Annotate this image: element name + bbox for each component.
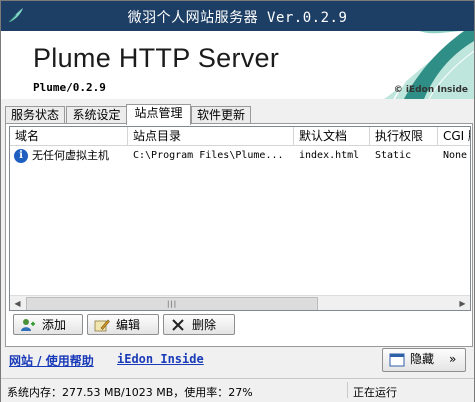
cell-default-doc: index.html xyxy=(299,150,360,161)
column-header-default-doc[interactable]: 默认文档 xyxy=(294,127,370,145)
column-header-permission[interactable]: 执行权限 xyxy=(370,127,438,145)
scroll-right-arrow-icon[interactable]: ▶ xyxy=(455,296,470,310)
edit-icon xyxy=(94,319,110,332)
add-user-icon xyxy=(21,319,35,331)
tab-site-management[interactable]: 站点管理 xyxy=(126,104,191,125)
tab-bar: 服务状态 系统设定 站点管理 软件更新 xyxy=(5,104,471,125)
column-header-domain[interactable]: 域名 xyxy=(10,127,128,145)
status-divider xyxy=(347,382,348,398)
version-label: Plume/0.2.9 xyxy=(33,81,106,94)
tab-software-update[interactable]: 软件更新 xyxy=(191,106,251,124)
add-button[interactable]: 添加 xyxy=(13,314,83,335)
tab-service-status[interactable]: 服务状态 xyxy=(5,106,65,124)
header-banner: Plume HTTP Server Plume/0.2.9 © iEdon In… xyxy=(1,31,474,99)
status-bar: 系统内存：277.53 MB/1023 MB，使用率：27% 正在运行 xyxy=(1,378,474,402)
double-chevron-right-icon: » xyxy=(449,352,457,366)
window-icon xyxy=(389,353,405,367)
cell-directory: C:\Program Files\Plume... xyxy=(133,150,284,161)
cell-domain: 无任何虚拟主机 xyxy=(32,149,109,162)
scroll-left-arrow-icon[interactable]: ◀ xyxy=(10,296,25,310)
website-help-link[interactable]: 网站 / 使用帮助 xyxy=(9,354,94,368)
edit-button-label: 编辑 xyxy=(116,318,141,332)
scroll-thumb[interactable]: ||| xyxy=(26,297,318,310)
column-header-cgi[interactable]: CGI 脚 xyxy=(438,127,470,145)
add-button-label: 添加 xyxy=(42,318,67,332)
horizontal-scrollbar[interactable]: ◀ ||| ▶ xyxy=(10,295,470,310)
brand-link[interactable]: iEdon Inside xyxy=(117,352,204,366)
running-status: 正在运行 xyxy=(353,386,397,399)
window-title: 微羽个人网站服务器 Ver.0.2.9 xyxy=(127,10,348,26)
edit-button[interactable]: 编辑 xyxy=(87,314,159,335)
hide-button[interactable]: 隐藏 » xyxy=(382,348,466,372)
info-icon: i xyxy=(14,149,28,163)
table-row[interactable]: i 无任何虚拟主机 C:\Program Files\Plume... inde… xyxy=(10,147,470,165)
column-header-directory[interactable]: 站点目录 xyxy=(128,127,294,145)
copyright-label: © iEdon Inside xyxy=(393,85,468,95)
site-list[interactable]: 域名 站点目录 默认文档 执行权限 CGI 脚 i 无任何虚拟主机 C:\Pro… xyxy=(9,126,471,311)
title-bar[interactable]: 微羽个人网站服务器 Ver.0.2.9 xyxy=(1,1,474,31)
delete-button-label: 删除 xyxy=(192,318,217,332)
delete-button[interactable]: 删除 xyxy=(163,314,235,335)
cell-cgi: None xyxy=(443,150,468,161)
tab-system-settings[interactable]: 系统设定 xyxy=(66,106,127,124)
footer-links: 网站 / 使用帮助 iEdon Inside xyxy=(9,352,204,369)
delete-x-icon xyxy=(172,319,184,331)
site-management-panel: 域名 站点目录 默认文档 执行权限 CGI 脚 i 无任何虚拟主机 C:\Pro… xyxy=(5,123,473,347)
product-name: Plume HTTP Server xyxy=(33,43,280,73)
list-header: 域名 站点目录 默认文档 执行权限 CGI 脚 xyxy=(10,127,470,146)
app-window: 微羽个人网站服务器 Ver.0.2.9 Plume HTTP Server Pl… xyxy=(0,0,475,402)
memory-status: 系统内存：277.53 MB/1023 MB，使用率：27% xyxy=(7,386,253,399)
cell-permission: Static xyxy=(375,150,412,161)
hide-button-label: 隐藏 xyxy=(410,352,435,366)
